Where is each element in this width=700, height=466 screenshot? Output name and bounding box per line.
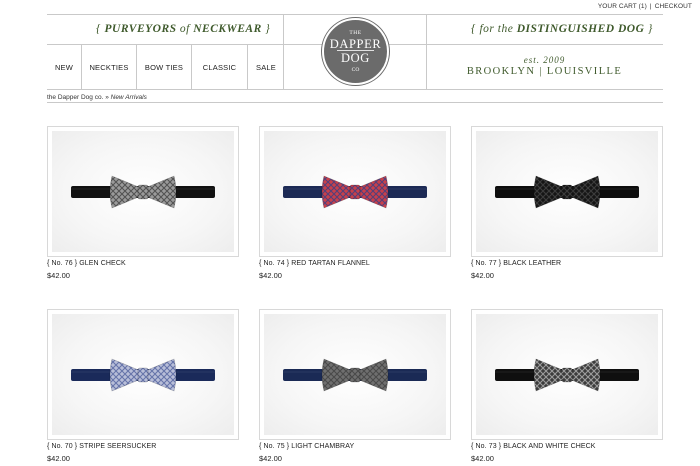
breadcrumb-separator: » — [105, 94, 109, 101]
tagline-brace: } — [647, 23, 653, 35]
product-title[interactable]: { No. 74 } RED TARTAN FLANNEL — [259, 260, 451, 267]
breadcrumb-home[interactable]: the Dapper Dog co. — [47, 94, 103, 101]
right-tagline: { for the DISTINGUISHED DOG } — [471, 23, 653, 35]
bow-tie-light-chambray-icon — [283, 358, 427, 391]
logo-co: CO — [351, 67, 360, 73]
product-image[interactable] — [47, 126, 239, 257]
header-top-rule — [47, 14, 663, 15]
product-image[interactable] — [47, 309, 239, 440]
product-image[interactable] — [471, 126, 663, 257]
locations: BROOKLYN | LOUISVILLE — [466, 66, 623, 77]
nav-item-neckties[interactable]: NECKTIES — [82, 45, 137, 89]
utility-links: YOUR CART (1) | CHECKOUT — [598, 3, 692, 10]
established-year: est. 2009 — [523, 55, 566, 65]
product-photo — [264, 131, 446, 252]
breadcrumb: the Dapper Dog co. » New Arrivals — [47, 94, 147, 101]
product-price: $42.00 — [47, 454, 70, 463]
nav-item-sale[interactable]: SALE — [248, 45, 284, 89]
product-photo — [476, 131, 658, 252]
tagline-brace: { — [96, 23, 102, 35]
bow-tie-black-leather-icon — [495, 175, 639, 208]
tagline-text: DISTINGUISHED DOG — [516, 23, 645, 35]
product-card[interactable]: { No. 74 } RED TARTAN FLANNEL $42.00 — [259, 126, 451, 280]
product-image[interactable] — [259, 309, 451, 440]
product-price: $42.00 — [471, 454, 494, 463]
header-divider-right — [426, 14, 427, 89]
product-card[interactable]: { No. 75 } LIGHT CHAMBRAY $42.00 — [259, 309, 451, 463]
tagline-brace: } — [265, 23, 271, 35]
product-photo — [52, 131, 234, 252]
bow-tie-red-tartan-icon — [283, 175, 427, 208]
product-title[interactable]: { No. 77 } BLACK LEATHER — [471, 260, 663, 267]
nav-item-new[interactable]: NEW — [47, 45, 82, 89]
bow-tie-stripe-seersucker-icon — [71, 358, 215, 391]
checkout-link[interactable]: CHECKOUT — [655, 3, 692, 10]
nav-item-classic[interactable]: CLASSIC — [192, 45, 248, 89]
tagline-text: PURVEYORS — [104, 23, 177, 35]
tagline-brace: { — [471, 23, 477, 35]
product-title[interactable]: { No. 75 } LIGHT CHAMBRAY — [259, 443, 451, 450]
product-card[interactable]: { No. 77 } BLACK LEATHER $42.00 — [471, 126, 663, 280]
product-price: $42.00 — [471, 271, 494, 280]
product-price: $42.00 — [47, 271, 70, 280]
tagline-for-the: for the — [479, 23, 514, 35]
bow-tie-black-white-check-icon — [495, 358, 639, 391]
product-title[interactable]: { No. 76 } GLEN CHECK — [47, 260, 239, 267]
product-card[interactable]: { No. 73 } BLACK AND WHITE CHECK $42.00 — [471, 309, 663, 463]
product-photo — [476, 314, 658, 435]
tagline-text: NECKWEAR — [193, 23, 262, 35]
left-tagline: { PURVEYORS of NECKWEAR } — [96, 23, 270, 35]
header-bottom-rule — [47, 89, 663, 90]
product-image[interactable] — [259, 126, 451, 257]
bow-tie-glen-check-icon — [71, 175, 215, 208]
cart-link[interactable]: YOUR CART (1) — [598, 3, 647, 10]
nav-item-bow-ties[interactable]: BOW TIES — [137, 45, 192, 89]
utility-separator: | — [649, 3, 652, 10]
logo-the: THE — [349, 30, 362, 36]
breadcrumb-rule — [47, 102, 663, 103]
tagline-of: of — [179, 23, 190, 35]
product-card[interactable]: { No. 70 } STRIPE SEERSUCKER $42.00 — [47, 309, 239, 463]
product-title[interactable]: { No. 70 } STRIPE SEERSUCKER — [47, 443, 239, 450]
logo-dog: DOG — [341, 51, 370, 65]
product-card[interactable]: { No. 76 } GLEN CHECK $42.00 — [47, 126, 239, 280]
main-nav: NEW NECKTIES BOW TIES CLASSIC SALE — [47, 45, 284, 89]
breadcrumb-current: New Arrivals — [110, 94, 147, 101]
product-photo — [52, 314, 234, 435]
product-price: $42.00 — [259, 271, 282, 280]
product-price: $42.00 — [259, 454, 282, 463]
product-title[interactable]: { No. 73 } BLACK AND WHITE CHECK — [471, 443, 663, 450]
product-image[interactable] — [471, 309, 663, 440]
product-photo — [264, 314, 446, 435]
brand-logo[interactable]: THE DAPPER DOG CO — [322, 18, 389, 85]
